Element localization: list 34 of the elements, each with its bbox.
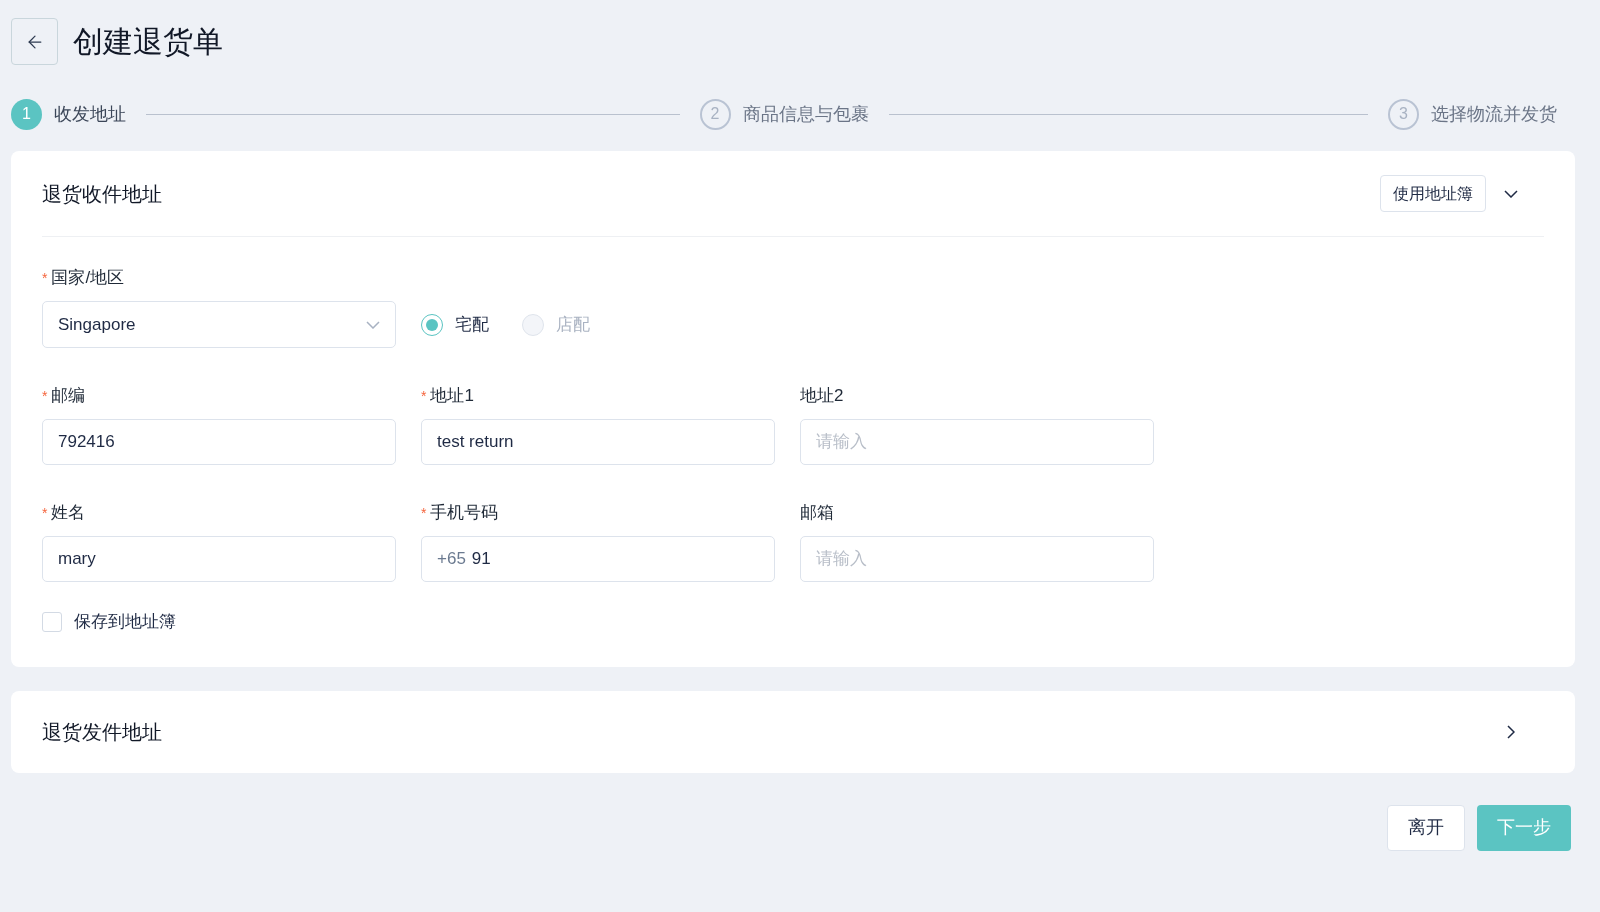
input-field[interactable]: 792416 bbox=[42, 419, 396, 465]
section-title: 退货发件地址 bbox=[42, 719, 163, 745]
field-label: 邮箱 bbox=[800, 502, 834, 525]
step-number: 2 bbox=[699, 98, 731, 130]
required-mark: * bbox=[42, 389, 48, 403]
required-mark: * bbox=[42, 506, 48, 520]
dropdown-chevron-icon bbox=[366, 320, 380, 329]
leave-button[interactable]: 离开 bbox=[1387, 804, 1465, 851]
field-label: 地址1 bbox=[430, 385, 474, 408]
field-label: 邮编 bbox=[51, 385, 86, 408]
required-mark: * bbox=[421, 389, 427, 403]
input-field[interactable]: mary bbox=[42, 536, 396, 582]
field-label: 地址2 bbox=[800, 385, 844, 408]
field-label: 手机号码 bbox=[430, 502, 499, 525]
step-number: 3 bbox=[1388, 98, 1419, 130]
step-number: 1 bbox=[11, 98, 42, 130]
address-book-button[interactable]: 使用地址簿 bbox=[1380, 175, 1486, 212]
step-label: 收发地址 bbox=[54, 102, 126, 126]
phone-prefix: +65 bbox=[437, 548, 466, 571]
field-label: 姓名 bbox=[51, 502, 86, 525]
step-label: 商品信息与包裹 bbox=[742, 102, 869, 126]
required-mark: * bbox=[421, 506, 427, 520]
phone-input[interactable]: 91 bbox=[471, 546, 759, 572]
required-mark: * bbox=[42, 271, 48, 285]
page-title: 创建退货单 bbox=[73, 24, 223, 60]
field-label: 国家/地区 bbox=[51, 267, 125, 290]
input-field[interactable]: test return bbox=[421, 419, 775, 465]
radio-option[interactable]: 宅配 bbox=[421, 311, 489, 338]
expand-chevron-icon[interactable] bbox=[1507, 724, 1515, 739]
country-select[interactable]: Singapore bbox=[42, 301, 396, 348]
collapse-chevron-icon[interactable] bbox=[1504, 189, 1518, 198]
step-label: 选择物流并发货 bbox=[1431, 102, 1557, 126]
save-checkbox[interactable]: 保存到地址簿 bbox=[42, 609, 176, 635]
section-title: 退货收件地址 bbox=[42, 181, 163, 207]
